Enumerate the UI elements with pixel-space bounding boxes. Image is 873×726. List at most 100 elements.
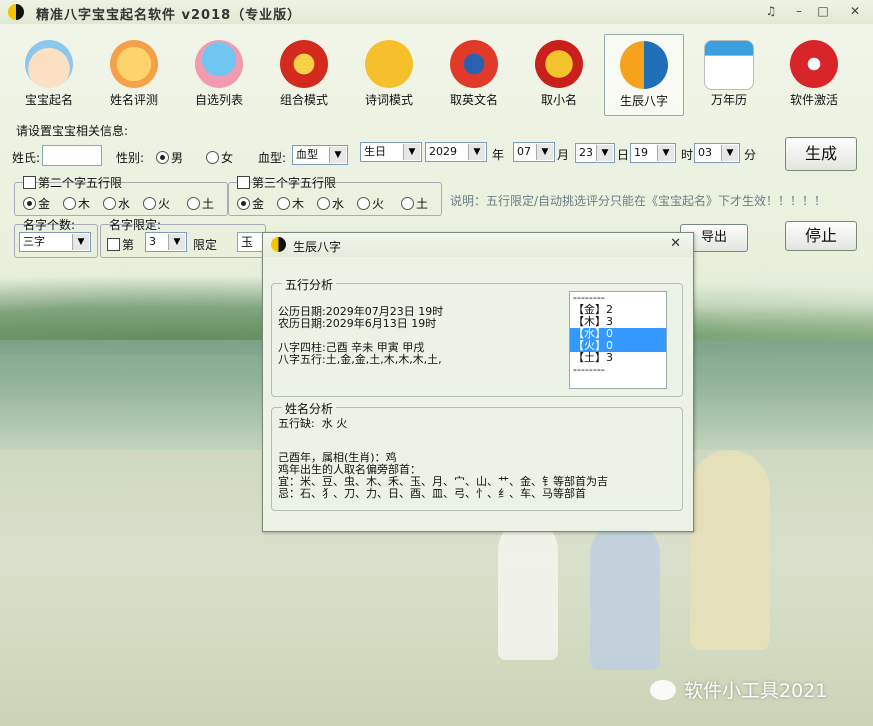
third-wuxing-shui-radio[interactable]: 水 [317, 195, 344, 212]
radio-unchecked-icon [187, 197, 200, 210]
second-wuxing-title[interactable]: 第二个字五行限 [21, 174, 124, 191]
third-wuxing-label: 第三个字五行限 [252, 176, 337, 190]
year-select[interactable]: 2029 ▼ [425, 142, 487, 162]
tool-label: 宝宝起名 [24, 93, 73, 107]
day-unit: 日 [617, 148, 630, 162]
dropdown-arrow-icon: ▼ [72, 234, 89, 250]
window-title: 精准八字宝宝起名软件 v2018（专业版） [36, 8, 302, 23]
minute-value: 03 [698, 146, 712, 159]
bad-radicals: 忌：石、犭、刀、力、日、酉、皿、弓、忄、纟、车、马等部首 [278, 487, 586, 500]
position-select[interactable]: 3 ▼ [145, 232, 187, 252]
minute-unit: 分 [744, 148, 757, 162]
element-count-list[interactable]: -------- 【金】2 【木】3 【水】0 【火】0 【土】3 ------… [569, 291, 667, 389]
blood-type-select[interactable]: 血型 ▼ [292, 145, 348, 165]
hour-select[interactable]: 19 ▼ [630, 143, 676, 163]
position-value: 3 [149, 235, 156, 248]
second-wuxing-jin-radio[interactable]: 金 [23, 195, 50, 212]
blood-type-label: 血型: [258, 151, 287, 165]
tool-poetry-mode[interactable]: 诗词模式 [350, 34, 428, 114]
wuxing-option-label: 土 [416, 197, 429, 211]
gender-female-radio[interactable]: 女 [206, 149, 233, 166]
name-limit-label: 名字限定: [109, 218, 162, 232]
app-logo-icon [8, 4, 24, 20]
gender-male-label: 男 [171, 151, 184, 165]
third-wuxing-huo-radio[interactable]: 火 [357, 195, 384, 212]
radio-unchecked-icon [143, 197, 156, 210]
tool-combination-mode[interactable]: 组合模式 [265, 34, 343, 114]
name-count-group: 名字个数: 三字 ▼ [14, 218, 98, 258]
second-wuxing-tu-radio[interactable]: 土 [187, 195, 214, 212]
month-value: 07 [517, 145, 531, 158]
wuxing-option-label: 水 [118, 197, 131, 211]
tool-activation[interactable]: 软件激活 [775, 34, 853, 114]
wuxing-option-label: 火 [158, 197, 171, 211]
date-type-select[interactable]: 生日 ▼ [360, 142, 422, 162]
name-section-title: 姓名分析 [282, 400, 337, 417]
tool-english-name[interactable]: 取英文名 [435, 34, 513, 114]
second-char-wuxing-group: 第二个字五行限 金 木 水 火 土 [14, 176, 228, 216]
dialog-title-bar[interactable]: 生辰八字 ✕ [263, 233, 693, 257]
limit-label: 限定 [193, 238, 218, 252]
limit-input[interactable]: 玉 [237, 232, 263, 252]
tool-baby-naming[interactable]: 宝宝起名 [10, 34, 88, 114]
tool-label: 取小名 [540, 93, 577, 107]
radio-unchecked-icon [103, 197, 116, 210]
checkbox-icon [23, 176, 36, 189]
month-unit: 月 [557, 148, 570, 162]
surname-label: 姓氏: [12, 151, 41, 165]
minute-select[interactable]: 03 ▼ [694, 143, 740, 163]
blood-type-value: 血型 [296, 148, 318, 161]
month-select[interactable]: 07 ▼ [513, 142, 555, 162]
name-count-select[interactable]: 三字 ▼ [19, 232, 91, 252]
hour-unit: 时 [681, 148, 694, 162]
surname-input[interactable] [42, 145, 102, 166]
dropdown-arrow-icon: ▼ [403, 144, 420, 160]
second-wuxing-label: 第二个字五行限 [38, 176, 123, 190]
maximize-button[interactable]: □ [814, 3, 832, 19]
gender-male-radio[interactable]: 男 [156, 149, 183, 166]
list-item[interactable]: -------- [570, 364, 666, 376]
dropdown-arrow-icon: ▼ [657, 145, 674, 161]
tool-label: 万年历 [710, 93, 747, 107]
wuxing-option-label: 木 [292, 197, 305, 211]
third-wuxing-title[interactable]: 第三个字五行限 [235, 174, 338, 191]
dropdown-arrow-icon: ▼ [596, 145, 613, 161]
tool-custom-list[interactable]: 自选列表 [180, 34, 258, 114]
checkbox-icon [107, 238, 120, 251]
dialog-title: 生辰八字 [293, 240, 342, 254]
day-value: 23 [579, 146, 593, 159]
name-limit-group: 名字限定: 第 3 ▼ 限定 玉 [100, 218, 266, 258]
tool-name-score[interactable]: 姓名评测 [95, 34, 173, 114]
radio-checked-icon [156, 151, 169, 164]
third-wuxing-mu-radio[interactable]: 木 [277, 195, 304, 212]
close-button[interactable]: ✕ [846, 3, 864, 19]
day-select[interactable]: 23 ▼ [575, 143, 615, 163]
tool-label: 姓名评测 [109, 93, 158, 107]
stop-button[interactable]: 停止 [785, 221, 857, 251]
generate-button[interactable]: 生成 [785, 137, 857, 171]
gender-female-label: 女 [221, 151, 234, 165]
wuxing-section-title: 五行分析 [282, 276, 337, 293]
position-checkbox[interactable]: 第 [107, 236, 134, 253]
tool-label: 软件激活 [789, 93, 838, 107]
watermark: 软件小工具2021 [650, 676, 827, 703]
third-wuxing-jin-radio[interactable]: 金 [237, 195, 264, 212]
dropdown-arrow-icon: ▼ [168, 234, 185, 250]
skin-button[interactable]: ♫ [762, 3, 780, 19]
tool-perpetual-calendar[interactable]: 万年历 [690, 34, 768, 114]
wuxing-option-label: 木 [78, 197, 91, 211]
dialog-close-button[interactable]: ✕ [670, 236, 681, 251]
tool-birth-bazi[interactable]: 生辰八字 [604, 34, 684, 116]
third-wuxing-tu-radio[interactable]: 土 [401, 195, 428, 212]
tool-label: 生辰八字 [619, 94, 668, 108]
watermark-text: 软件小工具2021 [684, 680, 828, 702]
second-wuxing-shui-radio[interactable]: 水 [103, 195, 130, 212]
radio-checked-icon [237, 197, 250, 210]
second-wuxing-huo-radio[interactable]: 火 [143, 195, 170, 212]
tool-nickname[interactable]: 取小名 [520, 34, 598, 114]
second-wuxing-mu-radio[interactable]: 木 [63, 195, 90, 212]
minimize-button[interactable]: – [790, 3, 808, 19]
date-type-value: 生日 [364, 145, 386, 158]
dropdown-arrow-icon: ▼ [536, 144, 553, 160]
radio-checked-icon [23, 197, 36, 210]
